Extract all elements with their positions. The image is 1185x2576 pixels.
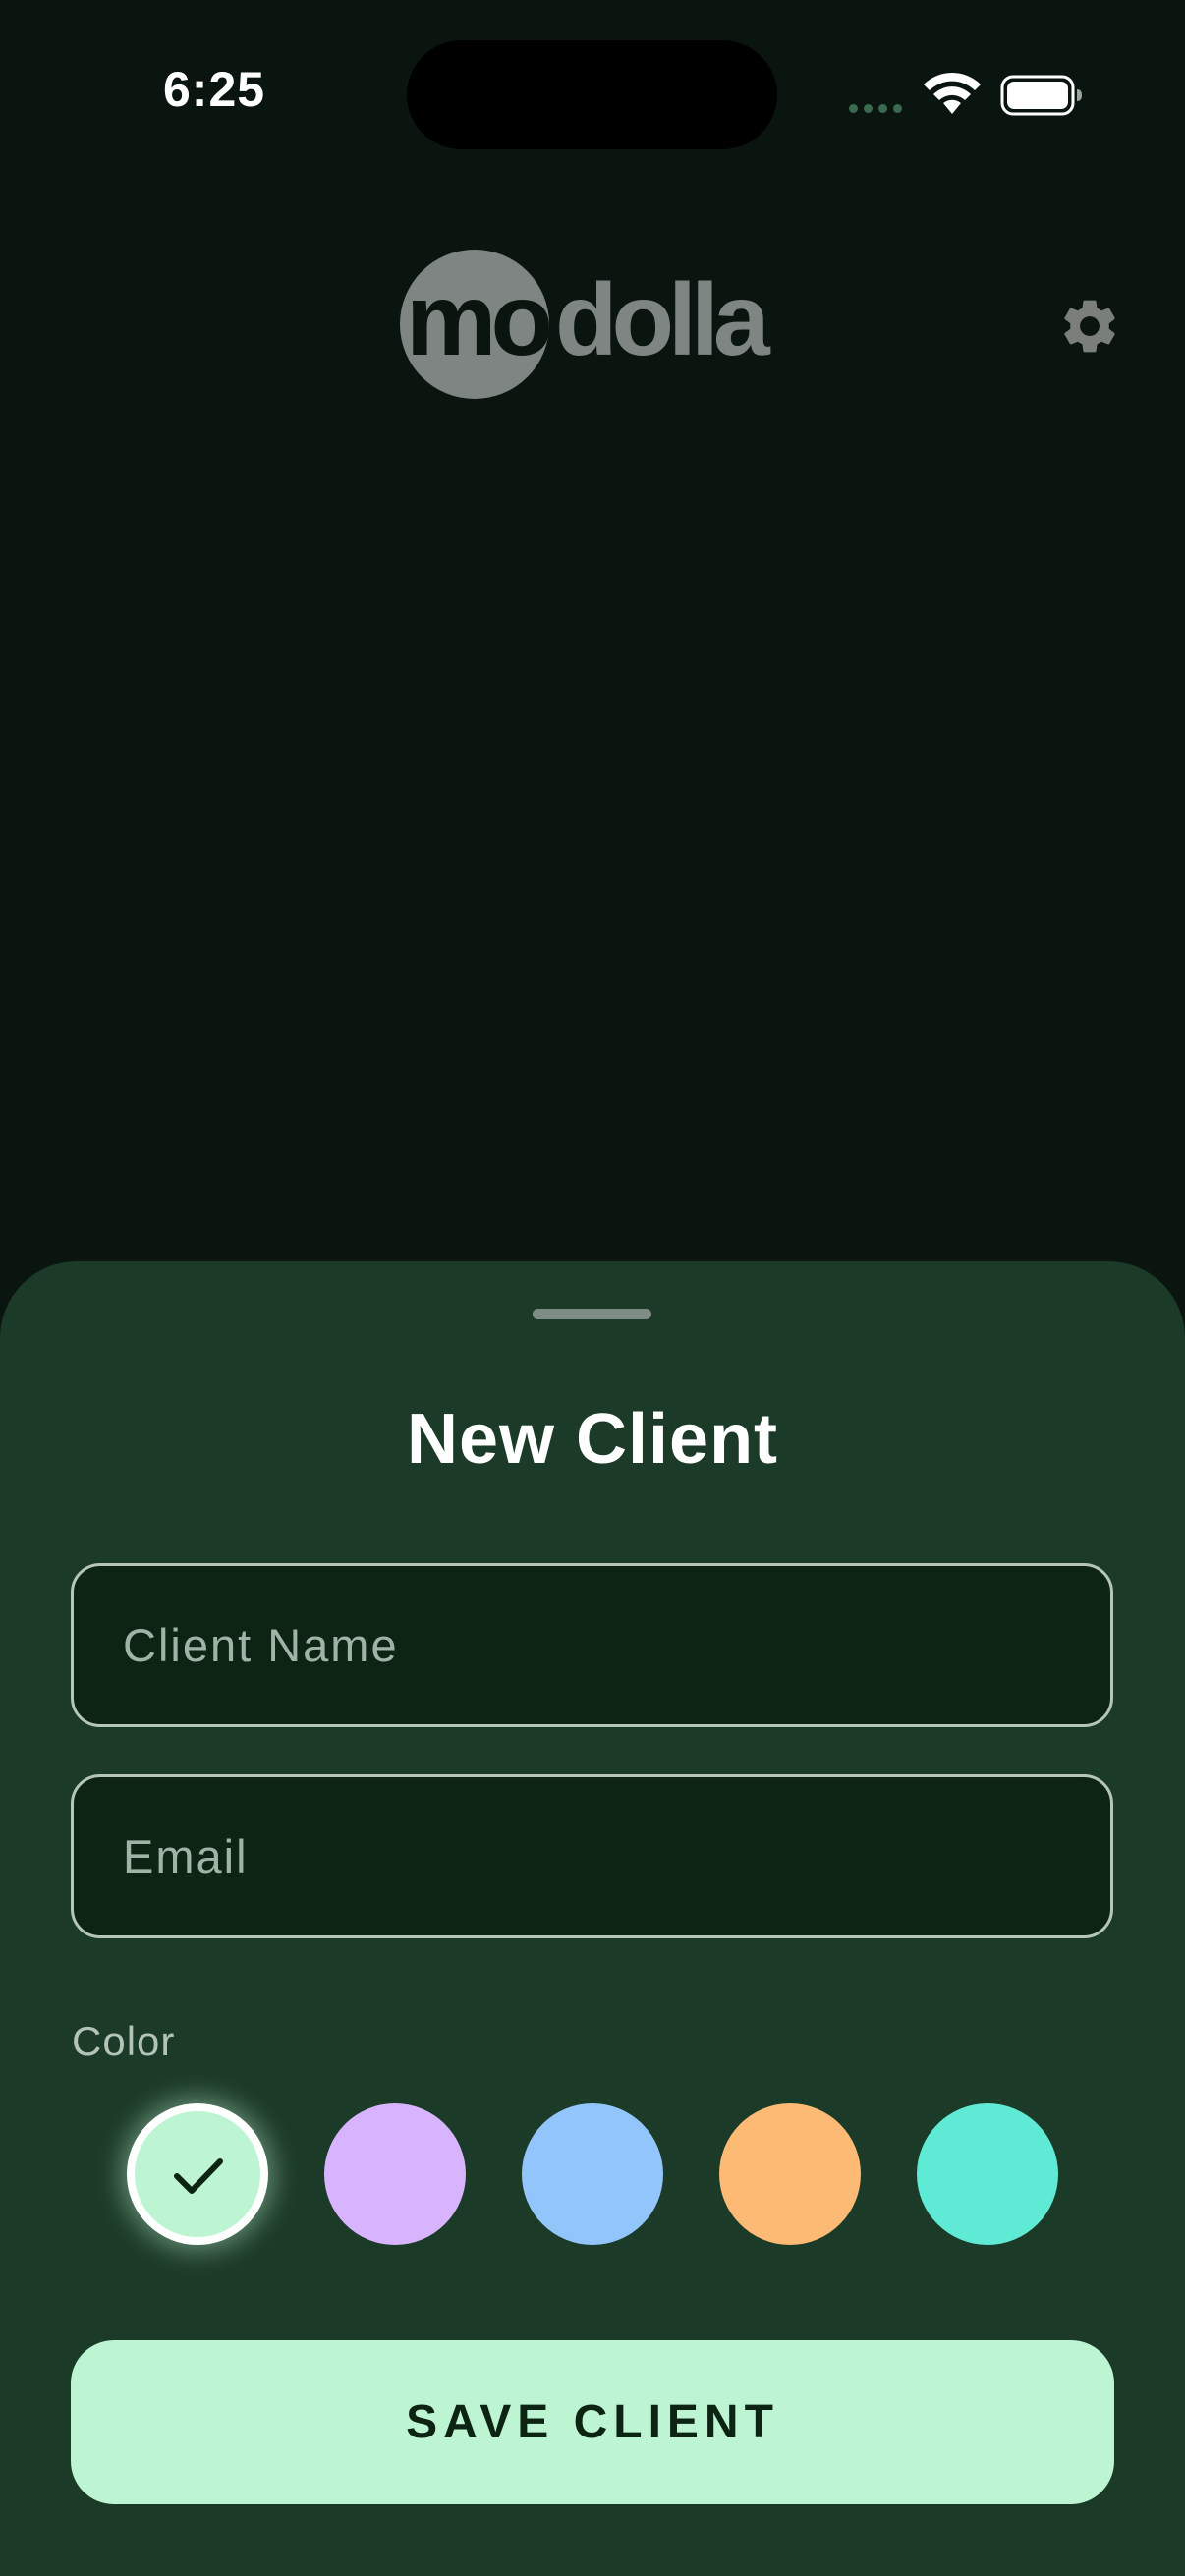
client-name-field[interactable] [71,1563,1113,1727]
dynamic-island [407,40,777,149]
svg-text:mo: mo [406,263,549,377]
sheet-grabber[interactable] [533,1309,651,1319]
color-swatch-orange[interactable] [719,2103,861,2245]
battery-icon [1000,75,1082,116]
color-label: Color [72,2018,176,2064]
color-swatch-mint[interactable] [127,2103,268,2245]
new-client-sheet: New Client Color SAVE CLIENT [0,1261,1185,2576]
client-name-input[interactable] [121,1617,1065,1673]
sheet-title: New Client [406,1400,779,1479]
status-time: 6:25 [163,62,266,117]
gear-icon[interactable] [1057,294,1122,359]
email-field[interactable] [71,1774,1113,1938]
color-swatch-teal[interactable] [917,2103,1058,2245]
screen: 6:25 modolla mo dolla New Client Color [0,0,1185,2576]
email-input[interactable] [121,1828,1065,1884]
save-client-button[interactable]: SAVE CLIENT [71,2340,1114,2504]
color-swatch-purple[interactable] [324,2103,466,2245]
checkmark-icon [174,2158,223,2194]
wifi-icon [924,72,981,114]
svg-text:dolla: dolla [555,263,771,377]
modolla-logo: modolla mo dolla [400,250,777,399]
cellular-signal-icon [849,104,902,113]
color-swatch-blue[interactable] [522,2103,663,2245]
